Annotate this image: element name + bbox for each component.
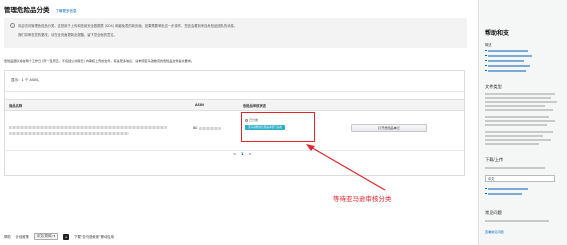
- help-link[interactable]: [485, 69, 526, 72]
- help-text: [485, 131, 553, 133]
- language-input[interactable]: 中文: [485, 175, 555, 182]
- seller-app-icon: a: [63, 233, 70, 240]
- help-text: [485, 139, 551, 141]
- help-link[interactable]: [485, 49, 528, 52]
- help-panel: 帮助和支 概述 文件类型 下载/上传 中文 常见问题 查看常见问题: [478, 0, 567, 245]
- language-value: 中文(简体): [36, 234, 53, 238]
- faq-heading: 常见问题: [485, 210, 502, 215]
- footer: 帮助 计划政策 中文(简体) ▾ a 下载“亚马逊卖家”移动应用: [4, 233, 114, 240]
- help-text: [485, 116, 549, 118]
- bullet-icon: [485, 59, 487, 62]
- help-text: [485, 124, 547, 126]
- help-link[interactable]: [485, 187, 528, 190]
- help-text: [485, 93, 555, 95]
- help-text: [485, 120, 555, 122]
- help-text: [485, 97, 551, 99]
- help-panel-title: 帮助和支: [485, 30, 510, 37]
- annotation-label: 等待亚马逊审核分类: [333, 195, 392, 203]
- help-text: [485, 143, 539, 145]
- language-select[interactable]: 中文(简体) ▾: [33, 233, 59, 240]
- faq-link[interactable]: 查看常见问题: [485, 229, 504, 234]
- help-text: [485, 220, 549, 222]
- footer-help-link[interactable]: 帮助: [4, 234, 11, 239]
- file-types-heading: 文件类型: [485, 84, 502, 89]
- arrow-line: [308, 145, 386, 191]
- download-heading: 下载/上传: [485, 157, 504, 162]
- bullet-icon: [485, 54, 487, 57]
- app-download-link[interactable]: 下载“亚马逊卖家”移动应用: [74, 234, 114, 239]
- help-link[interactable]: [485, 192, 522, 195]
- help-link[interactable]: [485, 64, 530, 67]
- arrow-head: [306, 144, 315, 151]
- bullet-icon: [485, 69, 487, 72]
- help-link[interactable]: [485, 59, 524, 62]
- help-text: [485, 167, 545, 169]
- help-overview-heading: 概述: [485, 43, 492, 47]
- footer-policy-link[interactable]: 计划政策: [16, 234, 29, 239]
- bullet-icon: [485, 49, 487, 52]
- help-text: [485, 109, 553, 111]
- bullet-icon: [485, 192, 487, 195]
- bullet-icon: [485, 64, 487, 67]
- chevron-down-icon: ▾: [53, 234, 56, 238]
- help-text: [485, 135, 543, 137]
- help-text: [485, 101, 557, 103]
- bullet-icon: [485, 187, 487, 190]
- help-text: [485, 105, 545, 107]
- help-link[interactable]: [485, 54, 532, 57]
